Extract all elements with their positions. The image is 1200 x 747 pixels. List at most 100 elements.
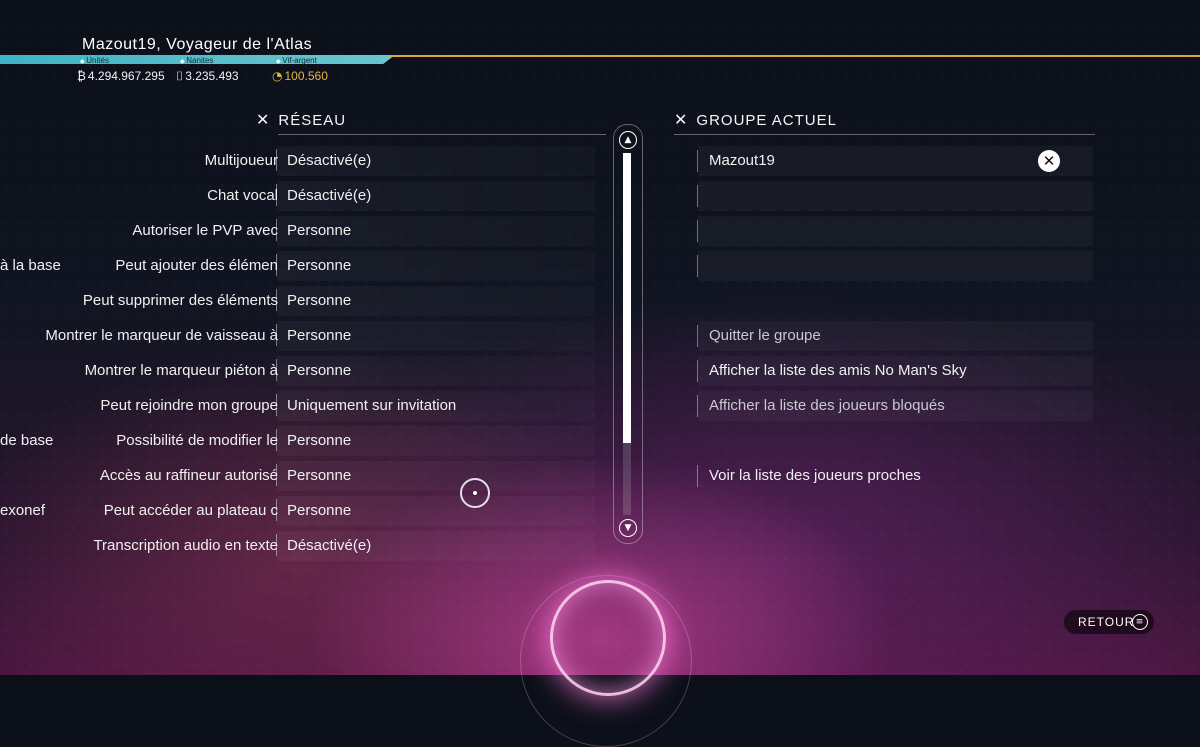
settings-scrollbar[interactable]: ▲ ▼: [613, 124, 643, 544]
group-empty-slot: [697, 216, 1093, 246]
friends-list-button[interactable]: Afficher la liste des amis No Man's Sky: [697, 356, 1093, 386]
units-label: Unités: [80, 56, 109, 65]
setting-value[interactable]: Personne: [287, 432, 351, 449]
setting-label: Autoriser le PVP avec: [132, 222, 278, 239]
row-separator: [697, 465, 698, 487]
blocked-list-label: Afficher la liste des joueurs bloqués: [709, 397, 945, 414]
group-empty-slot: [697, 181, 1093, 211]
group-member-name: Mazout19: [709, 152, 775, 169]
units-icon: ₿: [77, 69, 86, 83]
row-bg: [698, 216, 1093, 246]
group-title-underline: [674, 134, 1095, 135]
network-setting-row[interactable]: Chat vocal Désactivé(e): [0, 179, 620, 214]
row-separator: [276, 359, 277, 381]
setting-label: Peut ajouter des élémen: [115, 257, 278, 274]
network-setting-row[interactable]: Transcription audio en texte Désactivé(e): [0, 529, 620, 564]
network-setting-row[interactable]: Peut supprimer des éléments Personne: [0, 284, 620, 319]
setting-value[interactable]: Personne: [287, 327, 351, 344]
pointer-cursor: [460, 478, 490, 508]
scroll-down-icon[interactable]: ▼: [619, 519, 637, 537]
units-label-wrap: Unités: [80, 56, 109, 65]
setting-value[interactable]: Uniquement sur invitation: [287, 397, 456, 414]
row-separator: [697, 220, 698, 242]
setting-label: Transcription audio en texte: [93, 537, 278, 554]
nearby-players-label: Voir la liste des joueurs proches: [709, 467, 921, 484]
xbox-icon: ✕: [1038, 150, 1060, 172]
row-separator: [697, 395, 698, 417]
row-separator: [697, 150, 698, 172]
quicksilver-icon: ◔: [272, 69, 283, 83]
group-member-row[interactable]: Mazout19: [697, 146, 1093, 176]
network-setting-row[interactable]: Montrer le marqueur de vaisseau à Personn…: [0, 319, 620, 354]
row-separator: [276, 394, 277, 416]
row-separator: [697, 185, 698, 207]
setting-value[interactable]: Désactivé(e): [287, 187, 371, 204]
setting-label: Peut rejoindre mon groupe: [100, 397, 278, 414]
network-setting-row[interactable]: de base Possibilité de modifier le Personn…: [0, 424, 620, 459]
network-setting-row[interactable]: exonef Peut accéder au plateau c Personne: [0, 494, 620, 529]
row-separator: [697, 255, 698, 277]
nanites-value: 3.235.493: [185, 69, 239, 83]
row-separator: [697, 360, 698, 382]
quicksilver-display: ◔ 100.560: [272, 69, 328, 83]
row-separator: [276, 534, 277, 556]
network-title-text: RÉSEAU: [278, 112, 347, 129]
menu-icon: ≡: [1132, 614, 1148, 630]
row-separator: [276, 499, 277, 521]
setting-value[interactable]: Désactivé(e): [287, 152, 371, 169]
player-title: Mazout19, Voyageur de l'Atlas: [82, 36, 313, 53]
group-empty-slot: [697, 251, 1093, 281]
friends-list-label: Afficher la liste des amis No Man's Sky: [709, 362, 967, 379]
network-setting-row[interactable]: Autoriser le PVP avec Personne: [0, 214, 620, 249]
tools-icon: ✕: [674, 110, 689, 129]
setting-label-overflow: de base: [0, 432, 54, 449]
row-separator: [276, 219, 277, 241]
scroll-thumb[interactable]: [623, 153, 631, 443]
row-separator: [276, 429, 277, 451]
setting-value[interactable]: Personne: [287, 502, 351, 519]
row-separator: [276, 254, 277, 276]
setting-value[interactable]: Désactivé(e): [287, 537, 371, 554]
setting-value[interactable]: Personne: [287, 257, 351, 274]
setting-label: Accès au raffineur autorisé: [99, 467, 278, 484]
setting-label: Montrer le marqueur piéton à: [84, 362, 278, 379]
back-button[interactable]: RETOUR ≡: [1064, 610, 1154, 634]
glow-ring: [550, 580, 666, 696]
quicksilver-value: 100.560: [284, 69, 328, 83]
row-separator: [697, 325, 698, 347]
setting-label: Chat vocal: [207, 187, 278, 204]
setting-label: Peut accéder au plateau c: [103, 502, 278, 519]
nanites-display: ⌷ 3.235.493: [176, 69, 239, 84]
row-separator: [276, 289, 277, 311]
setting-value[interactable]: Personne: [287, 467, 351, 484]
network-setting-row[interactable]: à la base Peut ajouter des élémen Personne: [0, 249, 620, 284]
row-separator: [276, 149, 277, 171]
leave-group-label: Quitter le groupe: [709, 327, 821, 344]
row-separator: [276, 464, 277, 486]
leave-group-button[interactable]: Quitter le groupe: [697, 321, 1093, 351]
quicksilver-label-wrap: Vif-argent: [276, 56, 317, 65]
nearby-players-button[interactable]: Voir la liste des joueurs proches: [697, 461, 1093, 491]
setting-label-overflow: exonef: [0, 502, 46, 519]
network-setting-row[interactable]: Multijoueur Désactivé(e): [0, 144, 620, 179]
group-section-title: ✕ GROUPE ACTUEL: [674, 110, 837, 129]
tools-icon: ✕: [256, 110, 271, 129]
nanites-label: Nanites: [180, 56, 213, 65]
header-gold-line: [390, 55, 1200, 57]
setting-value[interactable]: Personne: [287, 362, 351, 379]
blocked-list-button[interactable]: Afficher la liste des joueurs bloqués: [697, 391, 1093, 421]
setting-label: Possibilité de modifier le: [116, 432, 278, 449]
network-setting-row[interactable]: Peut rejoindre mon groupe Uniquement sur …: [0, 389, 620, 424]
setting-label: Peut supprimer des éléments: [82, 292, 278, 309]
network-section-title: ✕ RÉSEAU: [256, 110, 346, 129]
network-title-underline: [278, 134, 606, 135]
row-separator: [276, 324, 277, 346]
row-separator: [276, 184, 277, 206]
row-bg: [698, 181, 1093, 211]
network-setting-row[interactable]: Montrer le marqueur piéton à Personne: [0, 354, 620, 389]
setting-value[interactable]: Personne: [287, 222, 351, 239]
quicksilver-label: Vif-argent: [276, 56, 317, 65]
setting-value[interactable]: Personne: [287, 292, 351, 309]
scroll-up-icon[interactable]: ▲: [619, 131, 637, 149]
network-setting-row[interactable]: Accès au raffineur autorisé Personne: [0, 459, 620, 494]
